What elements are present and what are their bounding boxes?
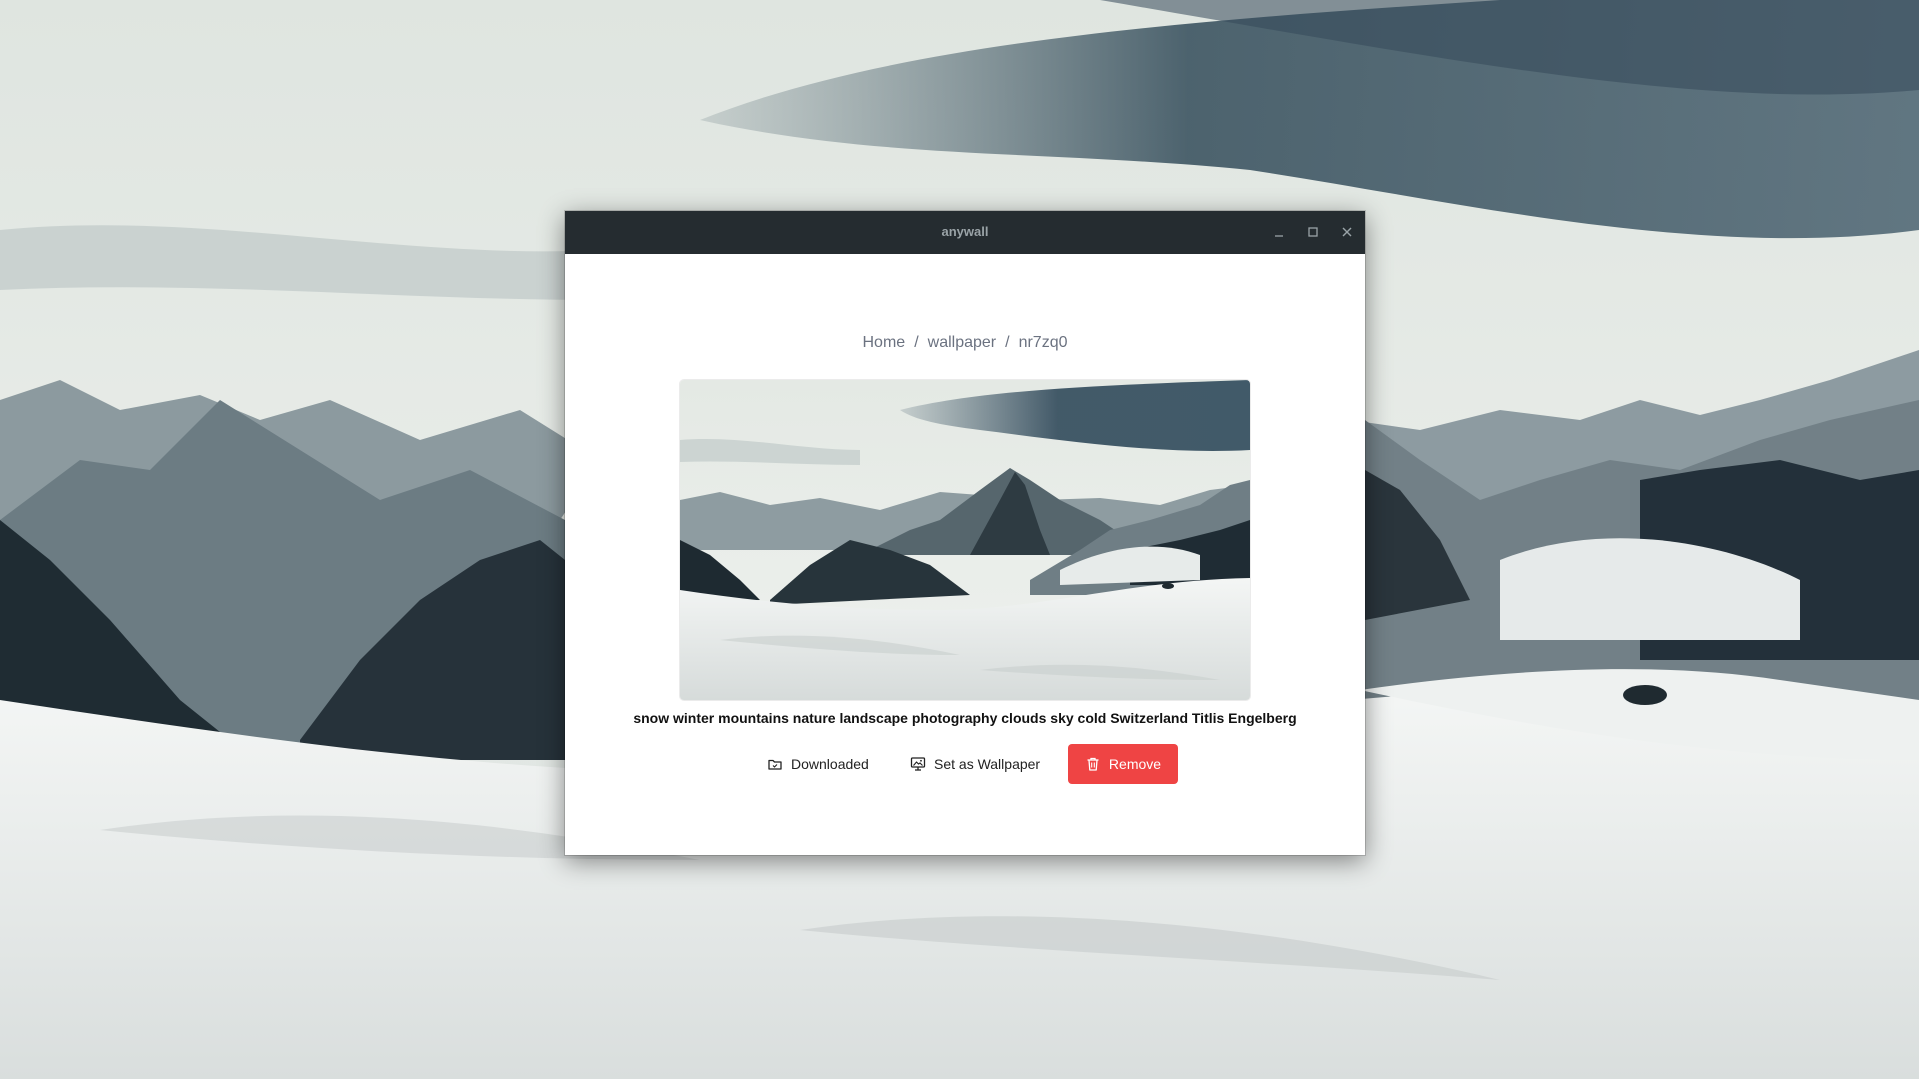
wallpaper-tags: snow winter mountains nature landscape p… — [633, 710, 1297, 726]
maximize-button[interactable] — [1302, 221, 1324, 243]
window-title: anywall — [941, 224, 989, 239]
monitor-image-icon — [910, 757, 926, 771]
remove-label: Remove — [1108, 756, 1162, 772]
maximize-icon — [1308, 227, 1318, 237]
minimize-icon — [1275, 235, 1283, 237]
app-window: anywall Home / wallpaper / nr7zq0 snow w… — [565, 211, 1365, 855]
wallpaper-preview-image[interactable] — [680, 380, 1250, 700]
window-content: Home / wallpaper / nr7zq0 snow winter mo… — [565, 254, 1365, 855]
close-icon — [1342, 227, 1352, 237]
trash-icon — [1087, 757, 1099, 771]
breadcrumb-separator: / — [1005, 334, 1010, 351]
title-bar[interactable]: anywall — [565, 211, 1365, 254]
set-wallpaper-label: Set as Wallpaper — [934, 756, 1041, 772]
breadcrumb: Home / wallpaper / nr7zq0 — [565, 334, 1365, 352]
downloaded-button[interactable]: Downloaded — [755, 744, 881, 784]
set-wallpaper-button[interactable]: Set as Wallpaper — [898, 744, 1052, 784]
minimize-button[interactable] — [1268, 221, 1290, 243]
breadcrumb-current: nr7zq0 — [1018, 334, 1068, 351]
breadcrumb-separator: / — [914, 334, 919, 351]
close-button[interactable] — [1336, 221, 1358, 243]
folder-icon — [768, 759, 782, 770]
breadcrumb-home[interactable]: Home — [863, 334, 906, 351]
action-bar: Downloaded Set as Wallpaper Remove — [565, 744, 1365, 784]
remove-button[interactable]: Remove — [1068, 744, 1178, 784]
breadcrumb-wallpaper[interactable]: wallpaper — [928, 334, 996, 351]
downloaded-label: Downloaded — [791, 756, 869, 772]
